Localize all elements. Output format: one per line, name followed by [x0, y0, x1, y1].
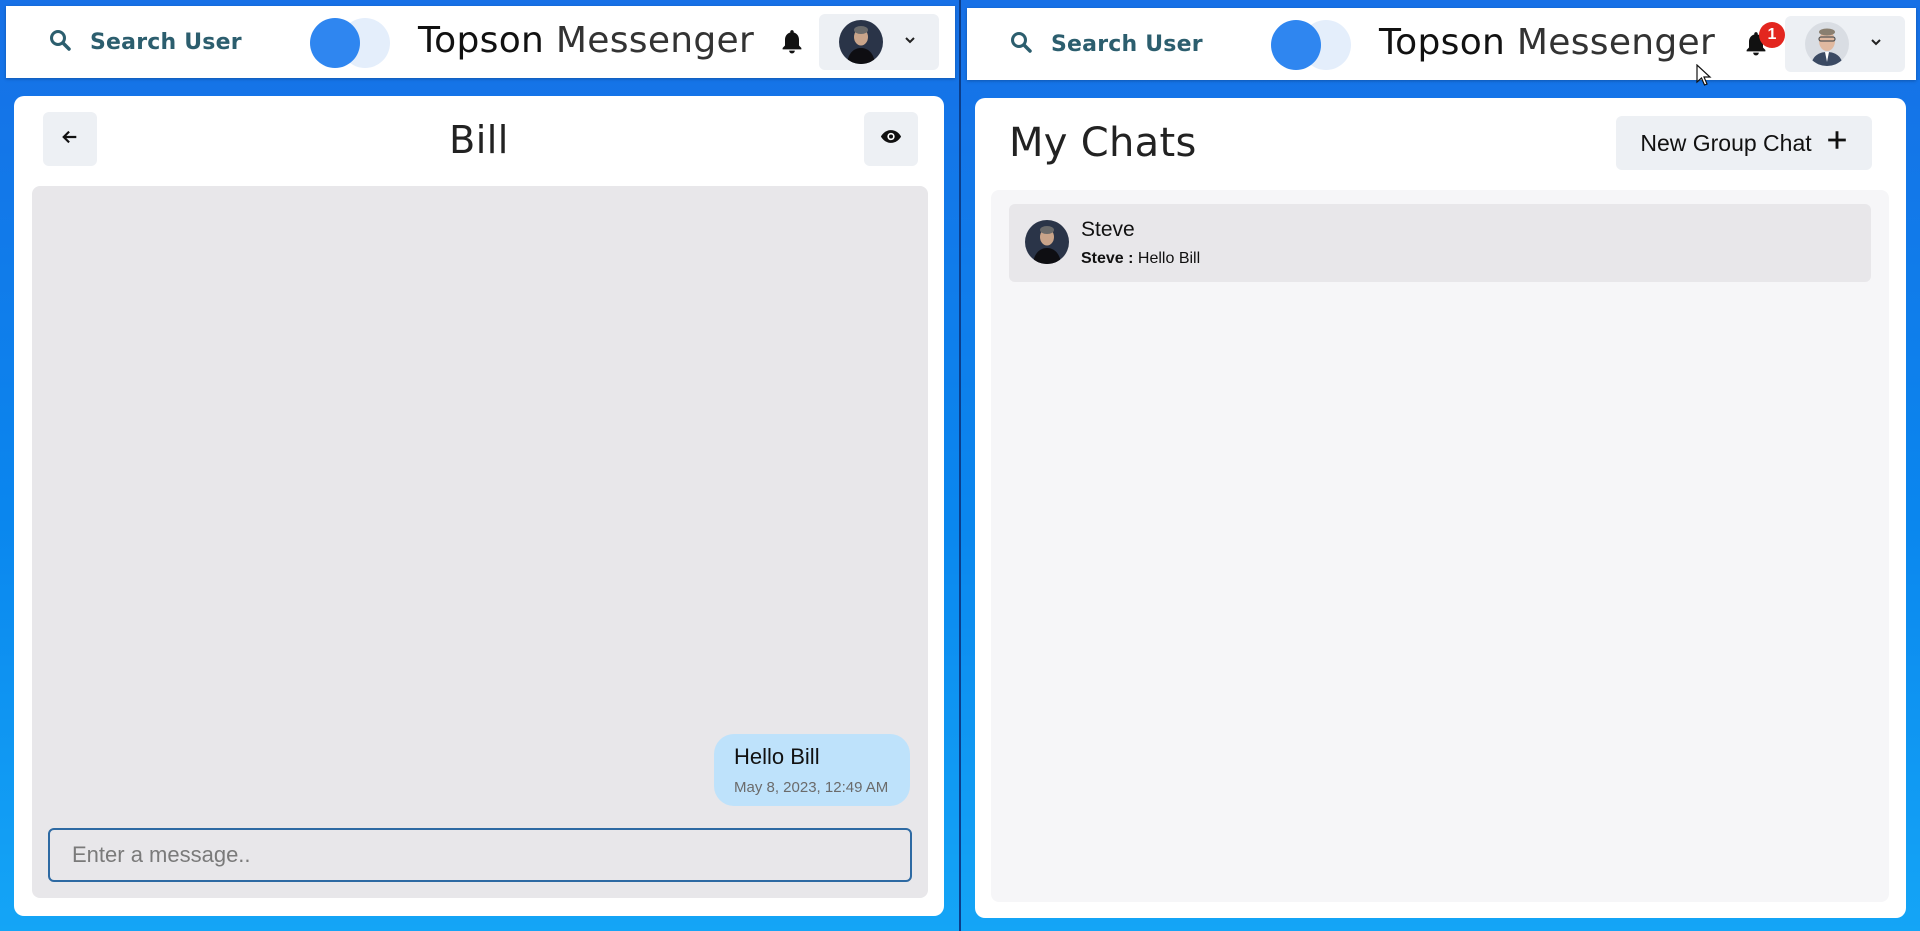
- search-user-label: Search User: [90, 29, 242, 55]
- avatar: [1805, 22, 1849, 66]
- profile-menu-button[interactable]: [1785, 16, 1905, 72]
- search-icon: [48, 28, 72, 57]
- chat-title: Bill: [449, 118, 509, 162]
- new-group-chat-button[interactable]: New Group Chat: [1616, 116, 1872, 170]
- search-user-button[interactable]: Search User: [36, 22, 254, 62]
- last-message-sender: Steve :: [1081, 250, 1134, 267]
- app-header: Search User Topson Messenger: [6, 6, 955, 78]
- new-group-chat-label: New Group Chat: [1640, 129, 1812, 156]
- list-item[interactable]: Steve Steve : Hello Bill: [1009, 204, 1871, 282]
- chevron-down-icon: [903, 33, 917, 52]
- my-chats-panel: My Chats New Group Chat Steve Steve : He…: [975, 98, 1906, 918]
- brand-title: Topson Messenger: [1379, 22, 1716, 63]
- chevron-down-icon: [1869, 35, 1883, 54]
- brand-title: Topson Messenger: [418, 20, 755, 61]
- message-timestamp: May 8, 2023, 12:49 AM: [734, 779, 889, 796]
- brand-logo: [1271, 18, 1371, 70]
- my-chats-title: My Chats: [1009, 120, 1197, 166]
- messages-area: Hello Bill May 8, 2023, 12:49 AM: [32, 186, 928, 898]
- notification-badge: 1: [1759, 22, 1785, 48]
- last-message-text: Hello Bill: [1137, 250, 1201, 267]
- brand-logo: [310, 16, 410, 68]
- avatar: [1025, 220, 1069, 264]
- chat-list: Steve Steve : Hello Bill: [991, 190, 1889, 902]
- message-bubble: Hello Bill May 8, 2023, 12:49 AM: [714, 734, 910, 806]
- eye-icon: [880, 129, 902, 149]
- notification-bell-icon[interactable]: [779, 28, 807, 58]
- message-text: Hello Bill: [734, 744, 820, 769]
- search-user-label: Search User: [1051, 31, 1203, 57]
- profile-menu-button[interactable]: [819, 14, 939, 70]
- app-header: Search User Topson Messenger 1: [967, 8, 1916, 80]
- notification-bell-icon[interactable]: 1: [1743, 22, 1785, 60]
- message-input[interactable]: [48, 828, 912, 882]
- plus-icon: [1826, 129, 1848, 157]
- right-window: Search User Topson Messenger 1 My Chats …: [961, 0, 1920, 931]
- search-icon: [1009, 30, 1033, 59]
- view-profile-button[interactable]: [864, 112, 918, 166]
- chat-name: Steve: [1081, 218, 1135, 241]
- chat-last-message: Steve : Hello Bill: [1081, 250, 1200, 268]
- search-user-button[interactable]: Search User: [997, 24, 1215, 64]
- avatar: [839, 20, 883, 64]
- mouse-cursor-icon: [1696, 63, 1712, 86]
- left-window: Search User Topson Messenger Bill Hello …: [0, 0, 959, 931]
- chat-box: Bill Hello Bill May 8, 2023, 12:49 AM: [14, 96, 944, 916]
